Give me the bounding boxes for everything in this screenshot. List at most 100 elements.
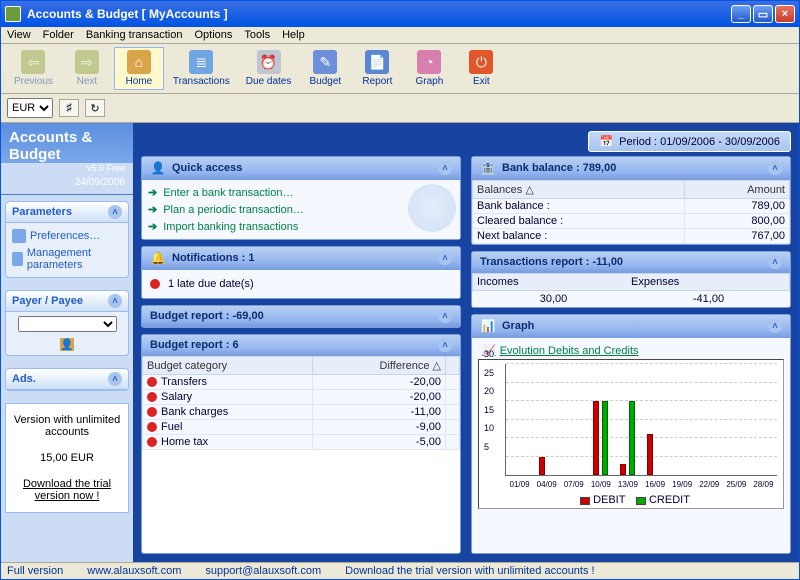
budget-label: Budget — [310, 76, 342, 87]
budget-col-difference[interactable]: Difference △ — [313, 357, 446, 375]
currency-select[interactable]: EUR — [7, 98, 53, 118]
table-row[interactable]: Fuel-9,00 — [143, 420, 460, 435]
chevron-up-icon[interactable]: ˄ — [768, 319, 782, 333]
main-area: 📅 Period : 01/09/2006 - 30/09/2006 👤 Qui… — [133, 123, 799, 562]
chevron-up-icon[interactable]: ˄ — [768, 161, 782, 175]
x-tick-label: 16/09 — [645, 480, 665, 489]
home-button[interactable]: ⌂Home — [114, 47, 164, 90]
arrow-icon: ➔ — [148, 203, 157, 216]
graph-button[interactable]: ◔ Graph — [404, 47, 454, 90]
status-fullversion-link[interactable]: Full version — [7, 565, 63, 577]
x-tick-label: 10/09 — [591, 480, 611, 489]
quick-access-panel: 👤 Quick access ˄ ➔Enter a bank transacti… — [141, 156, 461, 240]
graph-label: Graph — [415, 76, 443, 87]
quick-access-link[interactable]: ➔Enter a bank transaction… — [148, 184, 454, 201]
param-link[interactable]: Preferences… — [12, 227, 122, 245]
bar-debit — [539, 457, 545, 475]
chevron-up-icon[interactable]: ˄ — [438, 251, 452, 265]
titlebar: Accounts & Budget [ MyAccounts ] _ ▭ × — [1, 1, 799, 27]
y-tick-label: 10 — [484, 423, 494, 433]
window-title: Accounts & Budget [ MyAccounts ] — [27, 7, 731, 21]
payer-select[interactable] — [18, 316, 117, 332]
budget-report-title: Budget report : -69,00 — [150, 310, 264, 322]
balance-col-amount[interactable]: Amount — [685, 181, 790, 199]
alert-dot-icon — [147, 407, 157, 417]
transactions-report-panel: Transactions report : -11,00 ˄ Incomes E… — [471, 251, 791, 308]
trans-header-row: Incomes Expenses — [472, 273, 790, 291]
table-row[interactable]: Next balance :767,00 — [473, 229, 790, 244]
link-icon — [12, 252, 23, 266]
menubar: View Folder Banking transaction Options Tool… — [1, 27, 799, 44]
transactions-icon: ≣ — [189, 50, 213, 74]
app-window: Accounts & Budget [ MyAccounts ] _ ▭ × V… — [0, 0, 800, 580]
chevron-up-icon[interactable]: ˄ — [438, 161, 452, 175]
menu-help[interactable]: Help — [282, 29, 305, 41]
status-site-link[interactable]: www.alauxsoft.com — [87, 565, 181, 577]
maximize-button[interactable]: ▭ — [753, 5, 773, 23]
toolbar-settings-icon[interactable]: ♯ — [59, 99, 79, 117]
chevron-up-icon[interactable]: ˄ — [768, 255, 782, 269]
minimize-button[interactable]: _ — [731, 5, 751, 23]
transactions-button[interactable]: ≣Transactions — [166, 47, 237, 90]
menu-options[interactable]: Options — [194, 29, 232, 41]
chevron-up-icon[interactable]: ˄ — [108, 205, 122, 219]
table-row[interactable]: Bank charges-11,00 — [143, 405, 460, 420]
notification-text: 1 late due date(s) — [168, 278, 254, 290]
table-row[interactable]: Cleared balance :800,00 — [473, 214, 790, 229]
statusbar: Full version www.alauxsoft.com support@a… — [1, 562, 799, 579]
y-tick-label: 15 — [484, 405, 494, 415]
toolbar-refresh-icon[interactable]: ↻ — [85, 99, 105, 117]
budget-icon: ✎ — [313, 50, 337, 74]
close-button[interactable]: × — [775, 5, 795, 23]
chevron-up-icon[interactable]: ˄ — [438, 309, 452, 323]
graph-title-link[interactable]: 📈 Evolution Debits and Credits — [478, 342, 784, 359]
quick-access-title: Quick access — [172, 162, 242, 174]
calendar-icon: 📅 — [599, 135, 613, 148]
table-row[interactable]: Salary-20,00 — [143, 390, 460, 405]
chevron-up-icon[interactable]: ˄ — [108, 372, 122, 386]
budget-col-category[interactable]: Budget category — [143, 357, 313, 375]
duedates-button[interactable]: ⏰Due dates — [239, 47, 299, 90]
balance-col-name[interactable]: Balances △ — [473, 181, 685, 199]
notification-row[interactable]: 1 late due date(s) — [148, 274, 454, 294]
menu-view[interactable]: View — [7, 29, 31, 41]
budget-table: Budget category Difference △ Transfers-2… — [142, 356, 460, 450]
status-mail-link[interactable]: support@alauxsoft.com — [205, 565, 321, 577]
table-row[interactable]: Transfers-20,00 — [143, 375, 460, 390]
menu-folder[interactable]: Folder — [43, 29, 74, 41]
toolbar: ⇦Previous⇨Next⌂Home≣Transactions⏰Due dat… — [1, 44, 799, 94]
param-link[interactable]: Management parameters — [12, 245, 122, 273]
ads-heading: Ads. — [12, 373, 36, 385]
status-trial-link[interactable]: Download the trial version with unlimite… — [345, 565, 594, 577]
budget-report-detail-panel: Budget report : 6 ˄ Budget category Diff… — [141, 334, 461, 554]
table-row[interactable]: Bank balance :789,00 — [473, 199, 790, 214]
menu-tools[interactable]: Tools — [244, 29, 270, 41]
quick-access-link[interactable]: ➔Import banking transactions — [148, 218, 454, 235]
next-label: Next — [77, 76, 98, 87]
payer-icon[interactable]: 👤 — [60, 338, 74, 351]
legend-debit-swatch — [580, 497, 590, 505]
chart-icon: 📊 — [480, 318, 496, 334]
graph-icon: ◔ — [417, 50, 441, 74]
x-tick-label: 28/09 — [753, 480, 773, 489]
previous-icon: ⇦ — [21, 50, 45, 74]
table-row[interactable]: Home tax-5,00 — [143, 435, 460, 450]
notifications-title: Notifications : 1 — [172, 252, 255, 264]
report-button[interactable]: 📄Report — [352, 47, 402, 90]
duedates-label: Due dates — [246, 76, 292, 87]
notifications-panel: 🔔 Notifications : 1 ˄ 1 late due date(s) — [141, 246, 461, 299]
chevron-up-icon[interactable]: ˄ — [438, 338, 452, 352]
alert-dot-icon — [147, 392, 157, 402]
budget-button[interactable]: ✎ Budget — [300, 47, 350, 90]
chevron-up-icon[interactable]: ˄ — [108, 294, 122, 308]
graph-legend: DEBIT CREDIT — [479, 492, 783, 506]
bank-balance-panel: 🏦 Bank balance : 789,00 ˄ Balances △ Amo… — [471, 156, 791, 245]
menu-banking-transaction[interactable]: Banking transaction — [86, 29, 183, 41]
x-tick-label: 01/09 — [510, 480, 530, 489]
exit-button[interactable]: ⏻Exit — [456, 47, 506, 90]
period-box[interactable]: 📅 Period : 01/09/2006 - 30/09/2006 — [588, 131, 791, 152]
y-tick-label: 5 — [484, 442, 489, 452]
payer-panel: Payer / Payee ˄ 👤 — [5, 290, 129, 356]
ads-download-link[interactable]: Download the trial version now ! — [23, 478, 111, 502]
link-icon — [12, 229, 26, 243]
